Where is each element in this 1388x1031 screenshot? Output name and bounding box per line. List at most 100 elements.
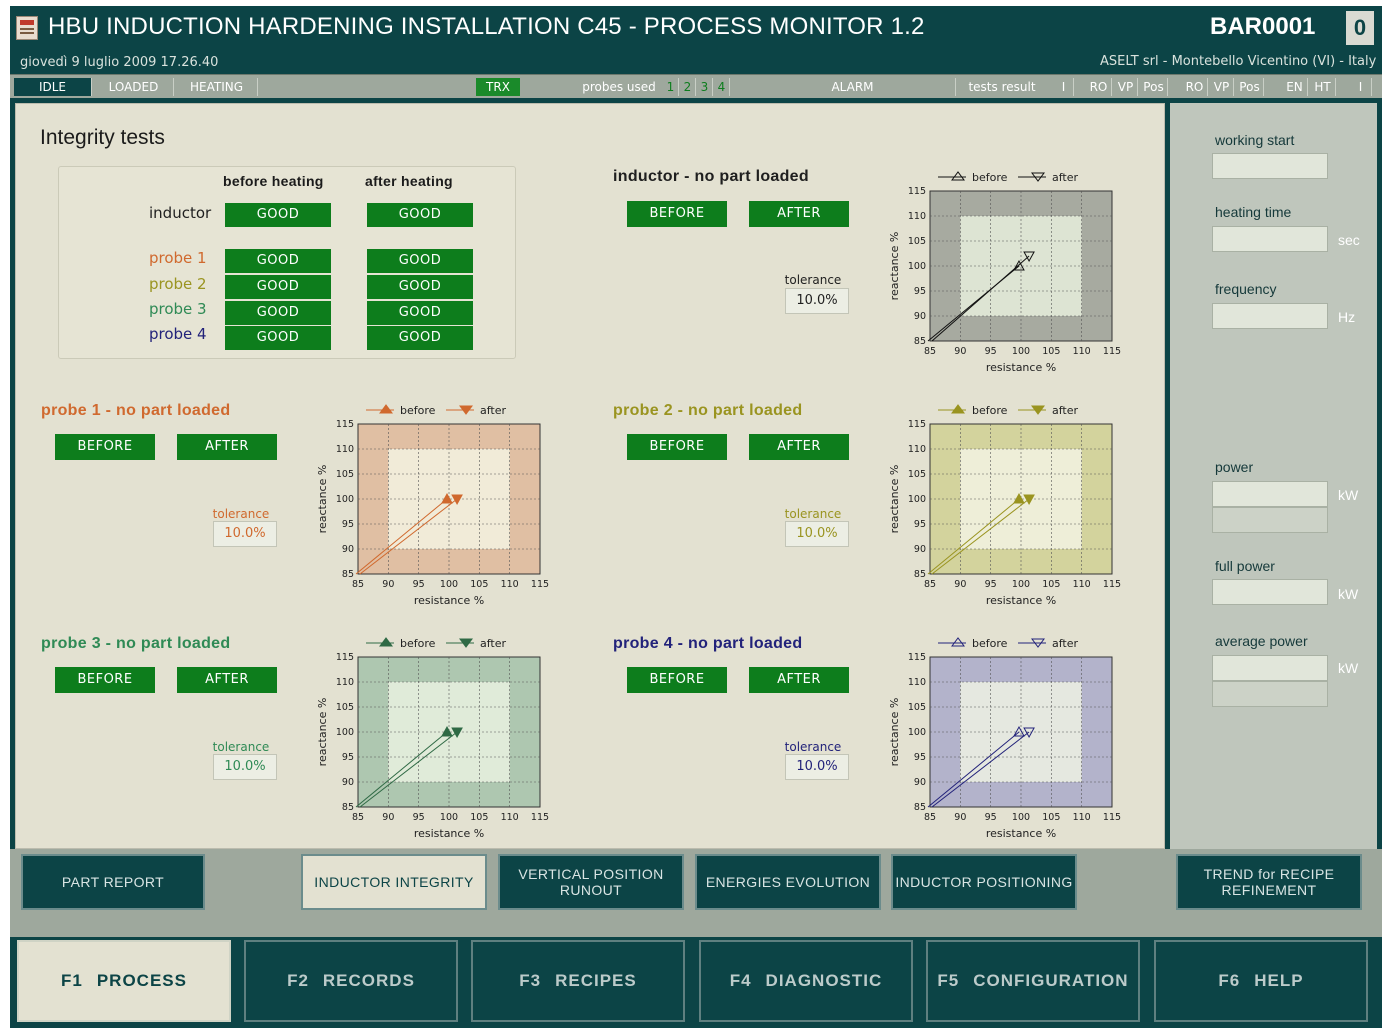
probe-4-tolerance-label: tolerance <box>784 740 842 754</box>
status-idle: IDLE <box>14 78 92 96</box>
probe-1-after-button[interactable]: AFTER <box>177 434 277 460</box>
result-field: Pos <box>1236 78 1264 96</box>
x-tick-label: 100 <box>440 812 458 823</box>
result-field: RO <box>1182 78 1208 96</box>
inductor-after-status: GOOD <box>367 203 473 227</box>
y-tick-label: 105 <box>336 702 354 713</box>
y-axis-label: reactance % <box>316 465 329 534</box>
x-tick-label: 95 <box>985 346 997 357</box>
f1-process-button[interactable]: F1 PROCESS <box>17 940 231 1022</box>
trend-recipe-refinement-button[interactable]: TREND for RECIPE REFINEMENT <box>1176 854 1362 910</box>
inductor-positioning-button[interactable]: INDUCTOR POSITIONING <box>891 854 1077 910</box>
x-tick-label: 105 <box>470 579 488 590</box>
status-bar: IDLE LOADED HEATING TRX probes used 1 2 … <box>10 74 1382 98</box>
f5-label: CONFIGURATION <box>973 971 1129 990</box>
legend-label-after: after <box>1052 404 1079 417</box>
probe-1-before-button[interactable]: BEFORE <box>55 434 155 460</box>
y-axis-label: reactance % <box>888 232 901 301</box>
trend-label-1: TREND for RECIPE <box>1203 866 1335 882</box>
probe-1-tolerance-value: 10.0% <box>213 521 277 547</box>
probe-3-before-button[interactable]: BEFORE <box>55 667 155 693</box>
power-bar <box>1212 507 1328 533</box>
legend-label-after: after <box>480 637 507 650</box>
result-field: I <box>1350 78 1372 96</box>
probe-2-after-button[interactable]: AFTER <box>749 434 849 460</box>
y-tick-label: 95 <box>342 519 354 530</box>
vertical-position-runout-button[interactable]: VERTICAL POSITION RUNOUT <box>498 854 684 910</box>
f3-recipes-button[interactable]: F3 RECIPES <box>471 940 685 1022</box>
x-tick-label: 95 <box>413 579 425 590</box>
inductor-before-button[interactable]: BEFORE <box>627 201 727 227</box>
result-field: Pos <box>1140 78 1168 96</box>
probe-3-after-button[interactable]: AFTER <box>177 667 277 693</box>
x-axis-label: resistance % <box>414 594 484 607</box>
x-axis-label: resistance % <box>414 827 484 840</box>
part-report-button[interactable]: PART REPORT <box>21 854 205 910</box>
power-field <box>1212 481 1328 507</box>
y-tick-label: 110 <box>908 677 926 688</box>
result-field: RO <box>1086 78 1112 96</box>
y-tick-label: 100 <box>908 261 926 272</box>
y-tick-label: 105 <box>336 469 354 480</box>
frequency-field <box>1212 303 1328 329</box>
x-tick-label: 90 <box>382 812 394 823</box>
inductor-integrity-label: INDUCTOR INTEGRITY <box>314 874 474 890</box>
y-tick-label: 115 <box>908 652 926 663</box>
vertical-runout-label-2: RUNOUT <box>559 882 623 898</box>
heating-time-label: heating time <box>1215 204 1292 220</box>
probe-3-tolerance-value: 10.0% <box>213 754 277 780</box>
probe-4-before-button[interactable]: BEFORE <box>627 667 727 693</box>
f2-records-button[interactable]: F2 RECORDS <box>244 940 458 1022</box>
y-tick-label: 105 <box>908 469 926 480</box>
x-tick-label: 85 <box>352 579 364 590</box>
x-tick-label: 110 <box>501 812 519 823</box>
probe-4-after-button[interactable]: AFTER <box>749 667 849 693</box>
col-after-header: after heating <box>365 173 453 189</box>
probe-3-before-status: GOOD <box>225 301 331 325</box>
result-field: EN <box>1282 78 1308 96</box>
y-tick-label: 95 <box>914 519 926 530</box>
y-axis-label: reactance % <box>888 698 901 767</box>
inductor-integrity-button[interactable]: INDUCTOR INTEGRITY <box>301 854 487 910</box>
inductor-after-button[interactable]: AFTER <box>749 201 849 227</box>
full-power-unit: kW <box>1338 586 1359 602</box>
probe-3-after-status: GOOD <box>367 301 473 325</box>
f2-key-label: F2 <box>287 971 309 990</box>
y-tick-label: 90 <box>914 777 926 788</box>
probe-1-before-status: GOOD <box>225 249 331 273</box>
y-tick-label: 110 <box>908 211 926 222</box>
probe-2-tolerance-label: tolerance <box>784 507 842 521</box>
y-tick-label: 90 <box>342 777 354 788</box>
app-title: HBU INDUCTION HARDENING INSTALLATION C45… <box>48 13 925 40</box>
y-tick-label: 115 <box>908 419 926 430</box>
f1-label: PROCESS <box>96 971 187 990</box>
x-tick-label: 110 <box>501 579 519 590</box>
probe-indicator-4: 4 <box>714 78 730 96</box>
y-tick-label: 100 <box>908 727 926 738</box>
x-tick-label: 110 <box>1073 579 1091 590</box>
inductor-chart: 8585 90 90 95 95 100 100 105 105 110 110 115 115 resi… <box>888 171 1121 374</box>
probe-2-before-button[interactable]: BEFORE <box>627 434 727 460</box>
probe-4-chart: 8585 90 90 95 95 100 100 105 105 110 110 115 115 resi… <box>888 637 1121 840</box>
x-tick-label: 100 <box>1012 812 1030 823</box>
x-tick-label: 105 <box>470 812 488 823</box>
trend-label-2: REFINEMENT <box>1221 882 1317 898</box>
f5-configuration-button[interactable]: F5 CONFIGURATION <box>926 940 1140 1022</box>
x-tick-label: 85 <box>924 579 936 590</box>
inductor-before-status: GOOD <box>225 203 331 227</box>
row-label-inductor: inductor <box>149 204 212 222</box>
f4-diagnostic-button[interactable]: F4 DIAGNOSTIC <box>699 940 913 1022</box>
energies-evolution-label: ENERGIES EVOLUTION <box>705 874 871 890</box>
y-axis-label: reactance % <box>316 698 329 767</box>
y-tick-label: 95 <box>914 286 926 297</box>
x-tick-label: 115 <box>1103 579 1121 590</box>
inductor-panel-title: inductor - no part loaded <box>613 168 809 185</box>
probe-indicator-2: 2 <box>680 78 696 96</box>
f6-help-button[interactable]: F6 HELP <box>1154 940 1368 1022</box>
y-tick-label: 95 <box>914 752 926 763</box>
energies-evolution-button[interactable]: ENERGIES EVOLUTION <box>695 854 881 910</box>
result-field: I <box>1054 78 1074 96</box>
status-alarm: ALARM <box>750 78 956 96</box>
full-power-label: full power <box>1215 558 1275 574</box>
side-panel: working start heating time sec frequency… <box>1170 103 1377 849</box>
